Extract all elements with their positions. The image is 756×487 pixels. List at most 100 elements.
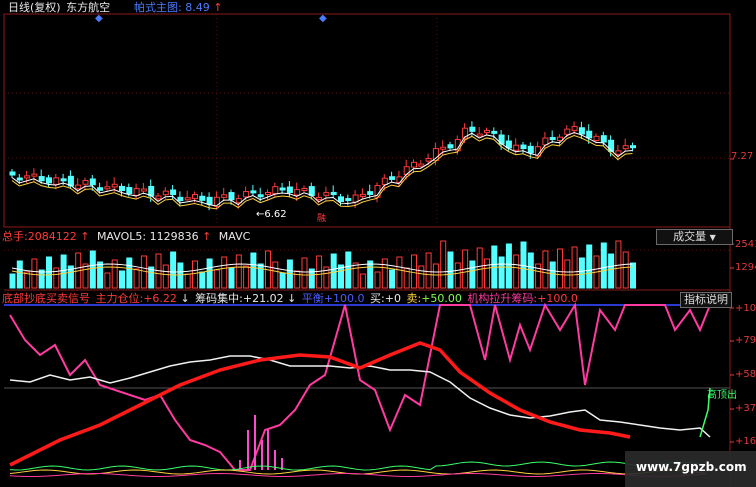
candle-body [24,175,31,179]
total-volume-value: 2084122 [27,230,77,243]
mavol-label: MAVOL5: [96,230,147,243]
candle-body [491,130,498,134]
up-arrow-icon: ↑ [80,230,90,243]
candle-body [425,157,432,162]
candle-body [177,196,184,202]
candle-body [381,177,388,186]
indicator-header: 底部抄底买卖信号 主力仓位:+6.22 ↓ 筹码集中:+21.02 ↓ 平衡+1… [2,292,578,305]
volume-bar [432,263,439,289]
volume-bar [82,263,89,289]
candle-body [60,178,67,182]
volume-bar [38,269,45,289]
sell-label: 卖: [406,292,422,305]
volume-bar [600,242,607,289]
volume-bar [440,240,447,289]
candle-body [323,192,330,196]
buy-label: 买: [370,292,385,305]
mavol-cut-label: MAVC [218,230,251,243]
candle-body [630,145,636,149]
candle-body [571,126,578,131]
volume-bar [396,256,403,289]
dropdown-arrow-icon: ▼ [709,233,716,242]
volume-bar [549,261,556,289]
candle-body [162,190,169,196]
volume-bar [498,256,505,289]
stock-name[interactable]: 东方航空 [66,1,110,14]
main-formula[interactable]: 帕式主图: 8.49 ↑ [134,1,222,14]
candle-body [53,177,60,185]
candle-body [345,198,352,202]
volume-bar [89,250,96,289]
volume-bar [257,263,264,289]
candle-body [505,140,512,149]
main-formula-label: 帕式主图: [134,1,182,14]
total-volume-label: 总手: [2,230,28,243]
chip-value: +21.02 [242,292,284,305]
candle-body [316,196,323,200]
volume-bar [279,272,286,289]
candle-body [257,194,264,198]
price-axis-label: 7.27 [731,151,754,162]
candle-body [119,185,125,192]
candle-body [294,189,301,196]
candle-body [440,146,447,150]
volume-bar [513,254,520,289]
candle-body [228,192,235,201]
volume-header: 总手:2084122 ↑ MAVOL5: 1129836 ↑ MAVC [2,230,250,243]
volume-bar [46,256,52,289]
candle-body [206,196,213,205]
volume-bar [571,246,578,289]
volume-bar [192,260,198,289]
balance-label: 平衡 [301,292,324,305]
indicator-help-button[interactable]: 指标说明 [680,292,732,308]
volume-bar [24,271,31,289]
down-arrow-icon: ↓ [287,292,297,305]
candle-body [272,186,279,195]
mavol-value: 1129836 [149,230,199,243]
candle-body [622,145,629,150]
volume-bar [484,258,490,289]
sell-value: +50.00 [421,292,462,305]
candle-body [279,187,286,191]
candle-body [243,191,250,198]
diamond-icon: ◆ [95,13,103,24]
candle-body [126,187,133,195]
candle-body [301,187,308,191]
volume-bar [133,268,140,289]
main-position-value: +6.22 [143,292,177,305]
volume-bar [199,271,206,289]
up-arrow-icon: ↑ [202,230,212,243]
volume-bar [447,251,454,289]
volume-bar [505,243,512,289]
indicator-title[interactable]: 底部抄底买卖信号 [2,292,90,305]
low-price-marker: ←6.62 [256,209,287,220]
volume-bar [608,253,615,289]
candle-body [484,130,490,134]
volume-bar [213,269,220,289]
indicator-axis-label: +58. [735,369,756,380]
candle-body [513,144,520,151]
volume-bar [228,267,235,289]
volume-bar [578,257,585,289]
volume-bar [31,258,38,289]
candle-body [286,186,293,193]
candle-body [476,133,483,137]
volume-bar [16,260,23,289]
candle-body [586,130,593,139]
candle-body [104,186,111,190]
indicator-red-line [9,341,631,467]
buy-value: +0 [384,292,401,305]
candle-body [367,191,374,195]
period-label[interactable]: 日线(复权) [8,1,61,14]
volume-indicator-tab[interactable]: 成交量 ▼ [656,229,733,245]
candle-body [38,176,45,182]
indicator-axis-label: +37. [735,403,756,414]
volume-bar [184,273,191,289]
volume-bar [374,271,381,289]
candle-body [250,190,257,194]
candle-body [615,150,622,155]
volume-bar [140,255,147,289]
volume-bar [476,247,483,289]
candle-body [520,144,527,150]
candle-body [46,177,52,184]
